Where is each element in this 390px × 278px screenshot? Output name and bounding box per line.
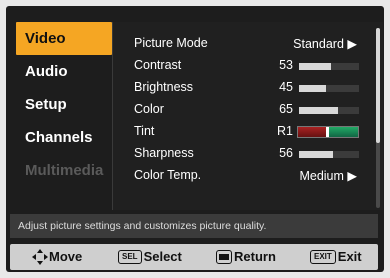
color-temp-row[interactable]: Color Temp. Medium ▶ xyxy=(113,164,361,186)
brightness-row[interactable]: Brightness 45 xyxy=(113,76,361,98)
sharpness-row[interactable]: Sharpness 56 xyxy=(113,142,361,164)
color-temp-value: Medium ▶ xyxy=(299,169,357,183)
sidebar-item-video[interactable]: Video xyxy=(16,22,112,55)
sidebar-item-multimedia: Multimedia xyxy=(25,162,104,179)
picture-mode-label: Picture Mode xyxy=(134,36,208,50)
tint-value: R1 xyxy=(277,124,293,138)
picture-mode-row[interactable]: Picture Mode Standard ▶ xyxy=(113,32,361,54)
tint-row[interactable]: Tint R1 xyxy=(113,120,361,142)
footer-move-label: Move xyxy=(49,249,83,264)
sel-key-icon: SEL xyxy=(118,249,142,264)
sharpness-label: Sharpness xyxy=(134,146,194,160)
return-key-icon xyxy=(216,249,232,264)
settings-scrollbar[interactable] xyxy=(376,28,380,208)
color-value: 65 xyxy=(279,102,293,116)
contrast-value: 53 xyxy=(279,58,293,72)
footer-select-label: Select xyxy=(143,249,182,264)
sidebar-item-channels[interactable]: Channels xyxy=(16,121,112,154)
footer-bar: Move SEL Select Return EXIT Exit xyxy=(10,244,378,270)
sidebar-item-setup[interactable]: Setup xyxy=(16,88,112,121)
exit-key-icon: EXIT xyxy=(310,249,336,264)
sharpness-value: 56 xyxy=(279,146,293,160)
tint-red-zone xyxy=(298,127,328,137)
footer-exit-label: Exit xyxy=(337,249,362,264)
footer-exit: EXIT Exit xyxy=(310,244,362,270)
tint-green-zone xyxy=(328,127,358,137)
footer-move: Move xyxy=(32,244,82,270)
help-text: Adjust picture settings and customizes p… xyxy=(10,214,378,238)
tint-label: Tint xyxy=(134,124,155,138)
color-slider[interactable] xyxy=(299,107,359,114)
footer-select: SEL Select xyxy=(118,244,182,270)
color-row[interactable]: Color 65 xyxy=(113,98,361,120)
sidebar-item-audio[interactable]: Audio xyxy=(16,55,112,88)
brightness-slider[interactable] xyxy=(299,85,359,92)
sharpness-slider[interactable] xyxy=(299,151,359,158)
color-label: Color xyxy=(134,102,164,116)
scrollbar-thumb[interactable] xyxy=(376,28,380,144)
brightness-label: Brightness xyxy=(134,80,194,94)
contrast-row[interactable]: Contrast 53 xyxy=(113,54,361,76)
footer-return-label: Return xyxy=(234,249,276,264)
tint-marker[interactable] xyxy=(326,127,330,137)
picture-mode-value: Standard ▶ xyxy=(293,37,357,51)
brightness-value: 45 xyxy=(279,80,293,94)
settings-panel: Picture Mode Standard ▶ Contrast 53 Brig… xyxy=(112,22,383,210)
contrast-slider[interactable] xyxy=(299,63,359,70)
tint-slider[interactable] xyxy=(297,126,359,138)
dpad-icon xyxy=(32,248,48,265)
contrast-label: Contrast xyxy=(134,58,182,72)
footer-return: Return xyxy=(216,244,276,270)
menu-sidebar: Video Audio Setup Channels Multimedia xyxy=(16,22,112,210)
color-temp-label: Color Temp. xyxy=(134,168,202,182)
